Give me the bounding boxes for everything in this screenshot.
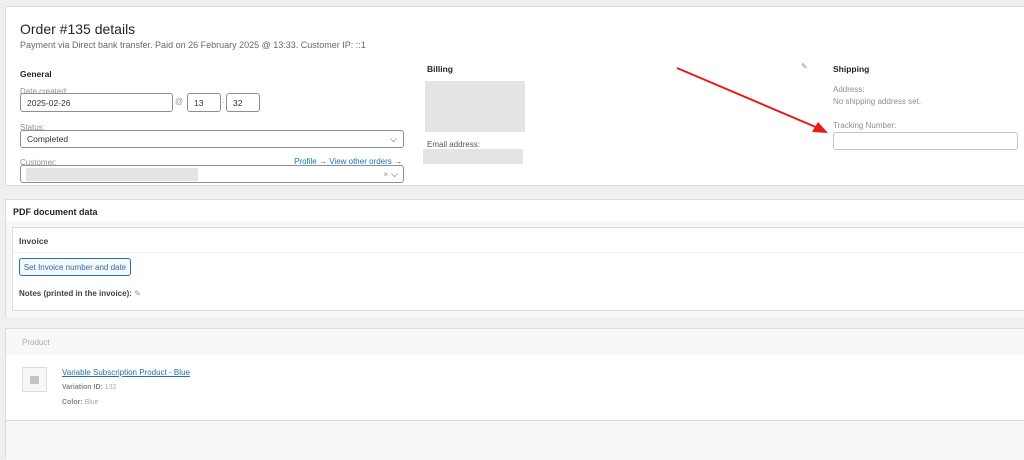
- color-label: Color:: [62, 399, 83, 406]
- set-invoice-number-button[interactable]: Set Invoice number and date: [19, 258, 131, 276]
- invoice-heading: Invoice: [19, 236, 49, 246]
- pdf-document-panel: PDF document data Invoice Set Invoice nu…: [5, 199, 1024, 317]
- notes-row: Notes (printed in the invoice): ✎: [19, 289, 141, 298]
- color-row: Color: Blue: [62, 399, 99, 406]
- product-thumbnail-icon: [22, 367, 47, 392]
- notes-label: Notes (printed in the invoice):: [19, 289, 132, 298]
- variation-id-row: Variation ID: 132: [62, 384, 116, 391]
- invoice-box: Invoice Set Invoice number and date Note…: [12, 227, 1024, 311]
- variation-id: 132: [104, 384, 117, 391]
- color-value: Blue: [84, 399, 99, 406]
- pencil-icon[interactable]: ✎: [134, 289, 141, 298]
- order-items-panel: Product Variable Subscription Product - …: [5, 328, 1024, 460]
- product-column-header: Product: [22, 338, 50, 347]
- pdf-heading: PDF document data: [13, 207, 98, 217]
- variation-label: Variation ID:: [62, 384, 103, 391]
- product-link[interactable]: Variable Subscription Product - Blue: [62, 368, 190, 377]
